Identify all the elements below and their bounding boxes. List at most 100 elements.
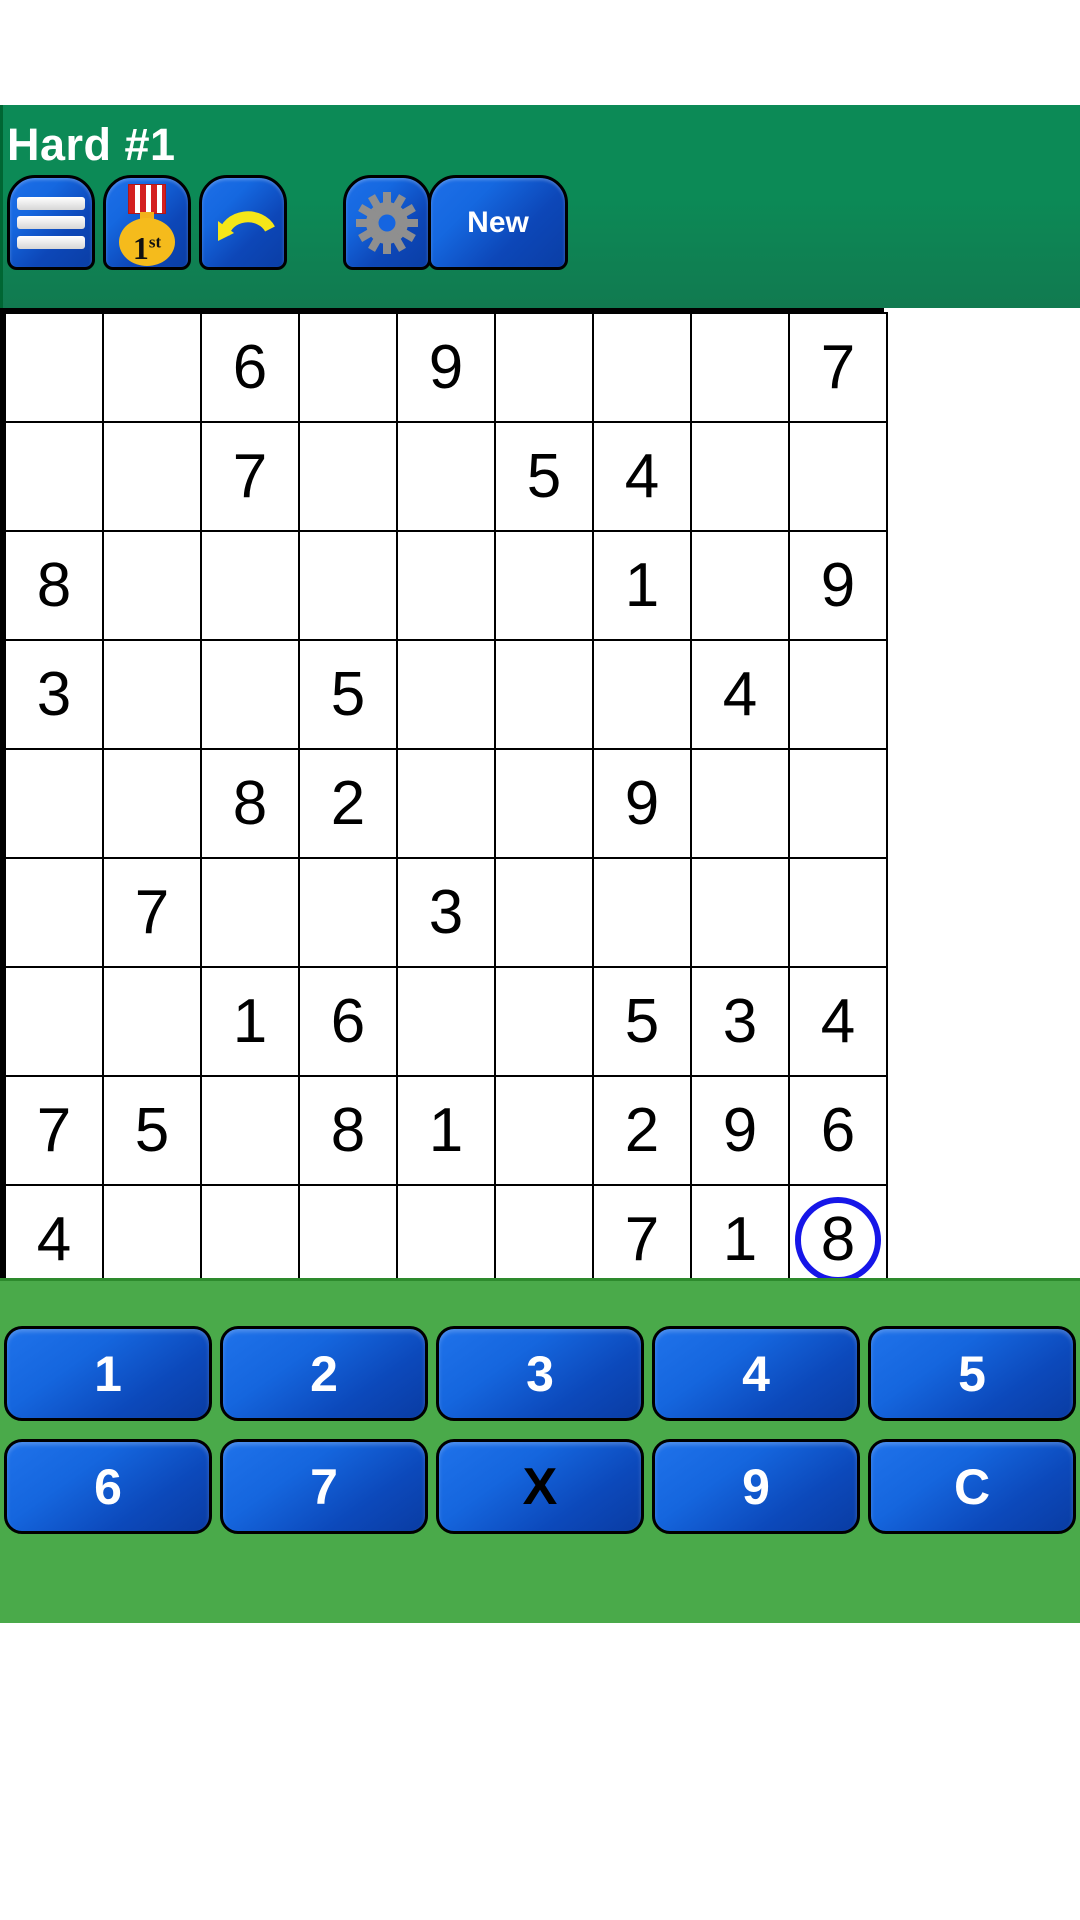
sudoku-cell-r2c3[interactable]: 7 <box>200 421 300 532</box>
sudoku-cell-r8c4[interactable]: 8 <box>298 1075 398 1186</box>
key-6[interactable]: 6 <box>4 1439 212 1534</box>
sudoku-cell-r3c1[interactable]: 8 <box>4 530 104 641</box>
sudoku-cell-r4c1[interactable]: 3 <box>4 639 104 750</box>
sudoku-cell-r4c7[interactable] <box>592 639 692 750</box>
sudoku-cell-r4c9[interactable] <box>788 639 888 750</box>
sudoku-cell-r9c1[interactable]: 4 <box>4 1184 104 1295</box>
sudoku-cell-r5c9[interactable] <box>788 748 888 859</box>
sudoku-cell-r5c2[interactable] <box>102 748 202 859</box>
sudoku-cell-r5c4[interactable]: 2 <box>298 748 398 859</box>
sudoku-cell-r8c6[interactable] <box>494 1075 594 1186</box>
new-game-button[interactable]: New <box>428 175 568 270</box>
sudoku-cell-r8c2[interactable]: 5 <box>102 1075 202 1186</box>
sudoku-cell-r8c7[interactable]: 2 <box>592 1075 692 1186</box>
sudoku-cell-r3c5[interactable] <box>396 530 496 641</box>
key-4[interactable]: 4 <box>652 1326 860 1421</box>
sudoku-grid[interactable]: 697754819354829731653475812964718 <box>0 308 888 1295</box>
sudoku-cell-r4c2[interactable] <box>102 639 202 750</box>
settings-button[interactable] <box>343 175 431 270</box>
sudoku-cell-r3c3[interactable] <box>200 530 300 641</box>
sudoku-cell-r3c7[interactable]: 1 <box>592 530 692 641</box>
sudoku-cell-r8c5[interactable]: 1 <box>396 1075 496 1186</box>
trophy-button[interactable]: 1st <box>103 175 191 270</box>
sudoku-cell-r1c5[interactable]: 9 <box>396 312 496 423</box>
sudoku-cell-r3c6[interactable] <box>494 530 594 641</box>
key-5[interactable]: 5 <box>868 1326 1076 1421</box>
sudoku-cell-r5c8[interactable] <box>690 748 790 859</box>
sudoku-cell-r4c3[interactable] <box>200 639 300 750</box>
sudoku-cell-r3c2[interactable] <box>102 530 202 641</box>
key-9[interactable]: 9 <box>652 1439 860 1534</box>
sudoku-cell-r6c5[interactable]: 3 <box>396 857 496 968</box>
sudoku-cell-r7c4[interactable]: 6 <box>298 966 398 1077</box>
sudoku-cell-r2c7[interactable]: 4 <box>592 421 692 532</box>
key-7[interactable]: 7 <box>220 1439 428 1534</box>
sudoku-cell-r7c3[interactable]: 1 <box>200 966 300 1077</box>
key-3[interactable]: 3 <box>436 1326 644 1421</box>
cell-value: 2 <box>624 1096 660 1165</box>
sudoku-cell-r2c2[interactable] <box>102 421 202 532</box>
key-1[interactable]: 1 <box>4 1326 212 1421</box>
sudoku-cell-r9c9[interactable]: 8 <box>788 1184 888 1295</box>
sudoku-cell-r2c8[interactable] <box>690 421 790 532</box>
sudoku-cell-r8c8[interactable]: 9 <box>690 1075 790 1186</box>
sudoku-cell-r1c4[interactable] <box>298 312 398 423</box>
sudoku-cell-r4c4[interactable]: 5 <box>298 639 398 750</box>
sudoku-cell-r9c7[interactable]: 7 <box>592 1184 692 1295</box>
sudoku-table: 697754819354829731653475812964718 <box>4 312 888 1295</box>
sudoku-cell-r5c5[interactable] <box>396 748 496 859</box>
sudoku-cell-r1c6[interactable] <box>494 312 594 423</box>
key-2[interactable]: 2 <box>220 1326 428 1421</box>
cell-value: 8 <box>232 769 268 838</box>
sudoku-cell-r7c8[interactable]: 3 <box>690 966 790 1077</box>
undo-button[interactable] <box>199 175 287 270</box>
sudoku-cell-r7c5[interactable] <box>396 966 496 1077</box>
menu-button[interactable] <box>7 175 95 270</box>
sudoku-cell-r5c1[interactable] <box>4 748 104 859</box>
sudoku-cell-r7c7[interactable]: 5 <box>592 966 692 1077</box>
sudoku-cell-r5c7[interactable]: 9 <box>592 748 692 859</box>
sudoku-cell-r6c6[interactable] <box>494 857 594 968</box>
sudoku-cell-r3c4[interactable] <box>298 530 398 641</box>
sudoku-cell-r1c2[interactable] <box>102 312 202 423</box>
sudoku-cell-r2c1[interactable] <box>4 421 104 532</box>
sudoku-cell-r6c8[interactable] <box>690 857 790 968</box>
sudoku-cell-r6c4[interactable] <box>298 857 398 968</box>
sudoku-cell-r7c9[interactable]: 4 <box>788 966 888 1077</box>
sudoku-cell-r2c6[interactable]: 5 <box>494 421 594 532</box>
key-clear[interactable]: C <box>868 1439 1076 1534</box>
sudoku-cell-r9c8[interactable]: 1 <box>690 1184 790 1295</box>
cell-value: 5 <box>624 987 660 1056</box>
sudoku-cell-r6c7[interactable] <box>592 857 692 968</box>
sudoku-cell-r8c1[interactable]: 7 <box>4 1075 104 1186</box>
sudoku-cell-r1c9[interactable]: 7 <box>788 312 888 423</box>
sudoku-cell-r6c2[interactable]: 7 <box>102 857 202 968</box>
sudoku-cell-r5c3[interactable]: 8 <box>200 748 300 859</box>
sudoku-cell-r1c8[interactable] <box>690 312 790 423</box>
sudoku-cell-r1c7[interactable] <box>592 312 692 423</box>
sudoku-cell-r4c5[interactable] <box>396 639 496 750</box>
key-label: 6 <box>94 1458 122 1515</box>
sudoku-cell-r3c8[interactable] <box>690 530 790 641</box>
sudoku-cell-r6c3[interactable] <box>200 857 300 968</box>
key-erase[interactable]: X <box>436 1439 644 1534</box>
sudoku-cell-r1c1[interactable] <box>4 312 104 423</box>
sudoku-cell-r2c9[interactable] <box>788 421 888 532</box>
sudoku-cell-r6c9[interactable] <box>788 857 888 968</box>
sudoku-cell-r8c9[interactable]: 6 <box>788 1075 888 1186</box>
sudoku-cell-r3c9[interactable]: 9 <box>788 530 888 641</box>
sudoku-cell-r2c4[interactable] <box>298 421 398 532</box>
sudoku-cell-r2c5[interactable] <box>396 421 496 532</box>
status-bar-area <box>0 0 1080 105</box>
first-place-medal-icon: 1st <box>114 183 180 266</box>
sudoku-cell-r8c3[interactable] <box>200 1075 300 1186</box>
sudoku-cell-r7c6[interactable] <box>494 966 594 1077</box>
sudoku-cell-r1c3[interactable]: 6 <box>200 312 300 423</box>
erase-x-icon: X <box>522 1457 558 1516</box>
sudoku-cell-r7c2[interactable] <box>102 966 202 1077</box>
sudoku-cell-r7c1[interactable] <box>4 966 104 1077</box>
sudoku-cell-r4c8[interactable]: 4 <box>690 639 790 750</box>
sudoku-cell-r5c6[interactable] <box>494 748 594 859</box>
sudoku-cell-r4c6[interactable] <box>494 639 594 750</box>
sudoku-cell-r6c1[interactable] <box>4 857 104 968</box>
